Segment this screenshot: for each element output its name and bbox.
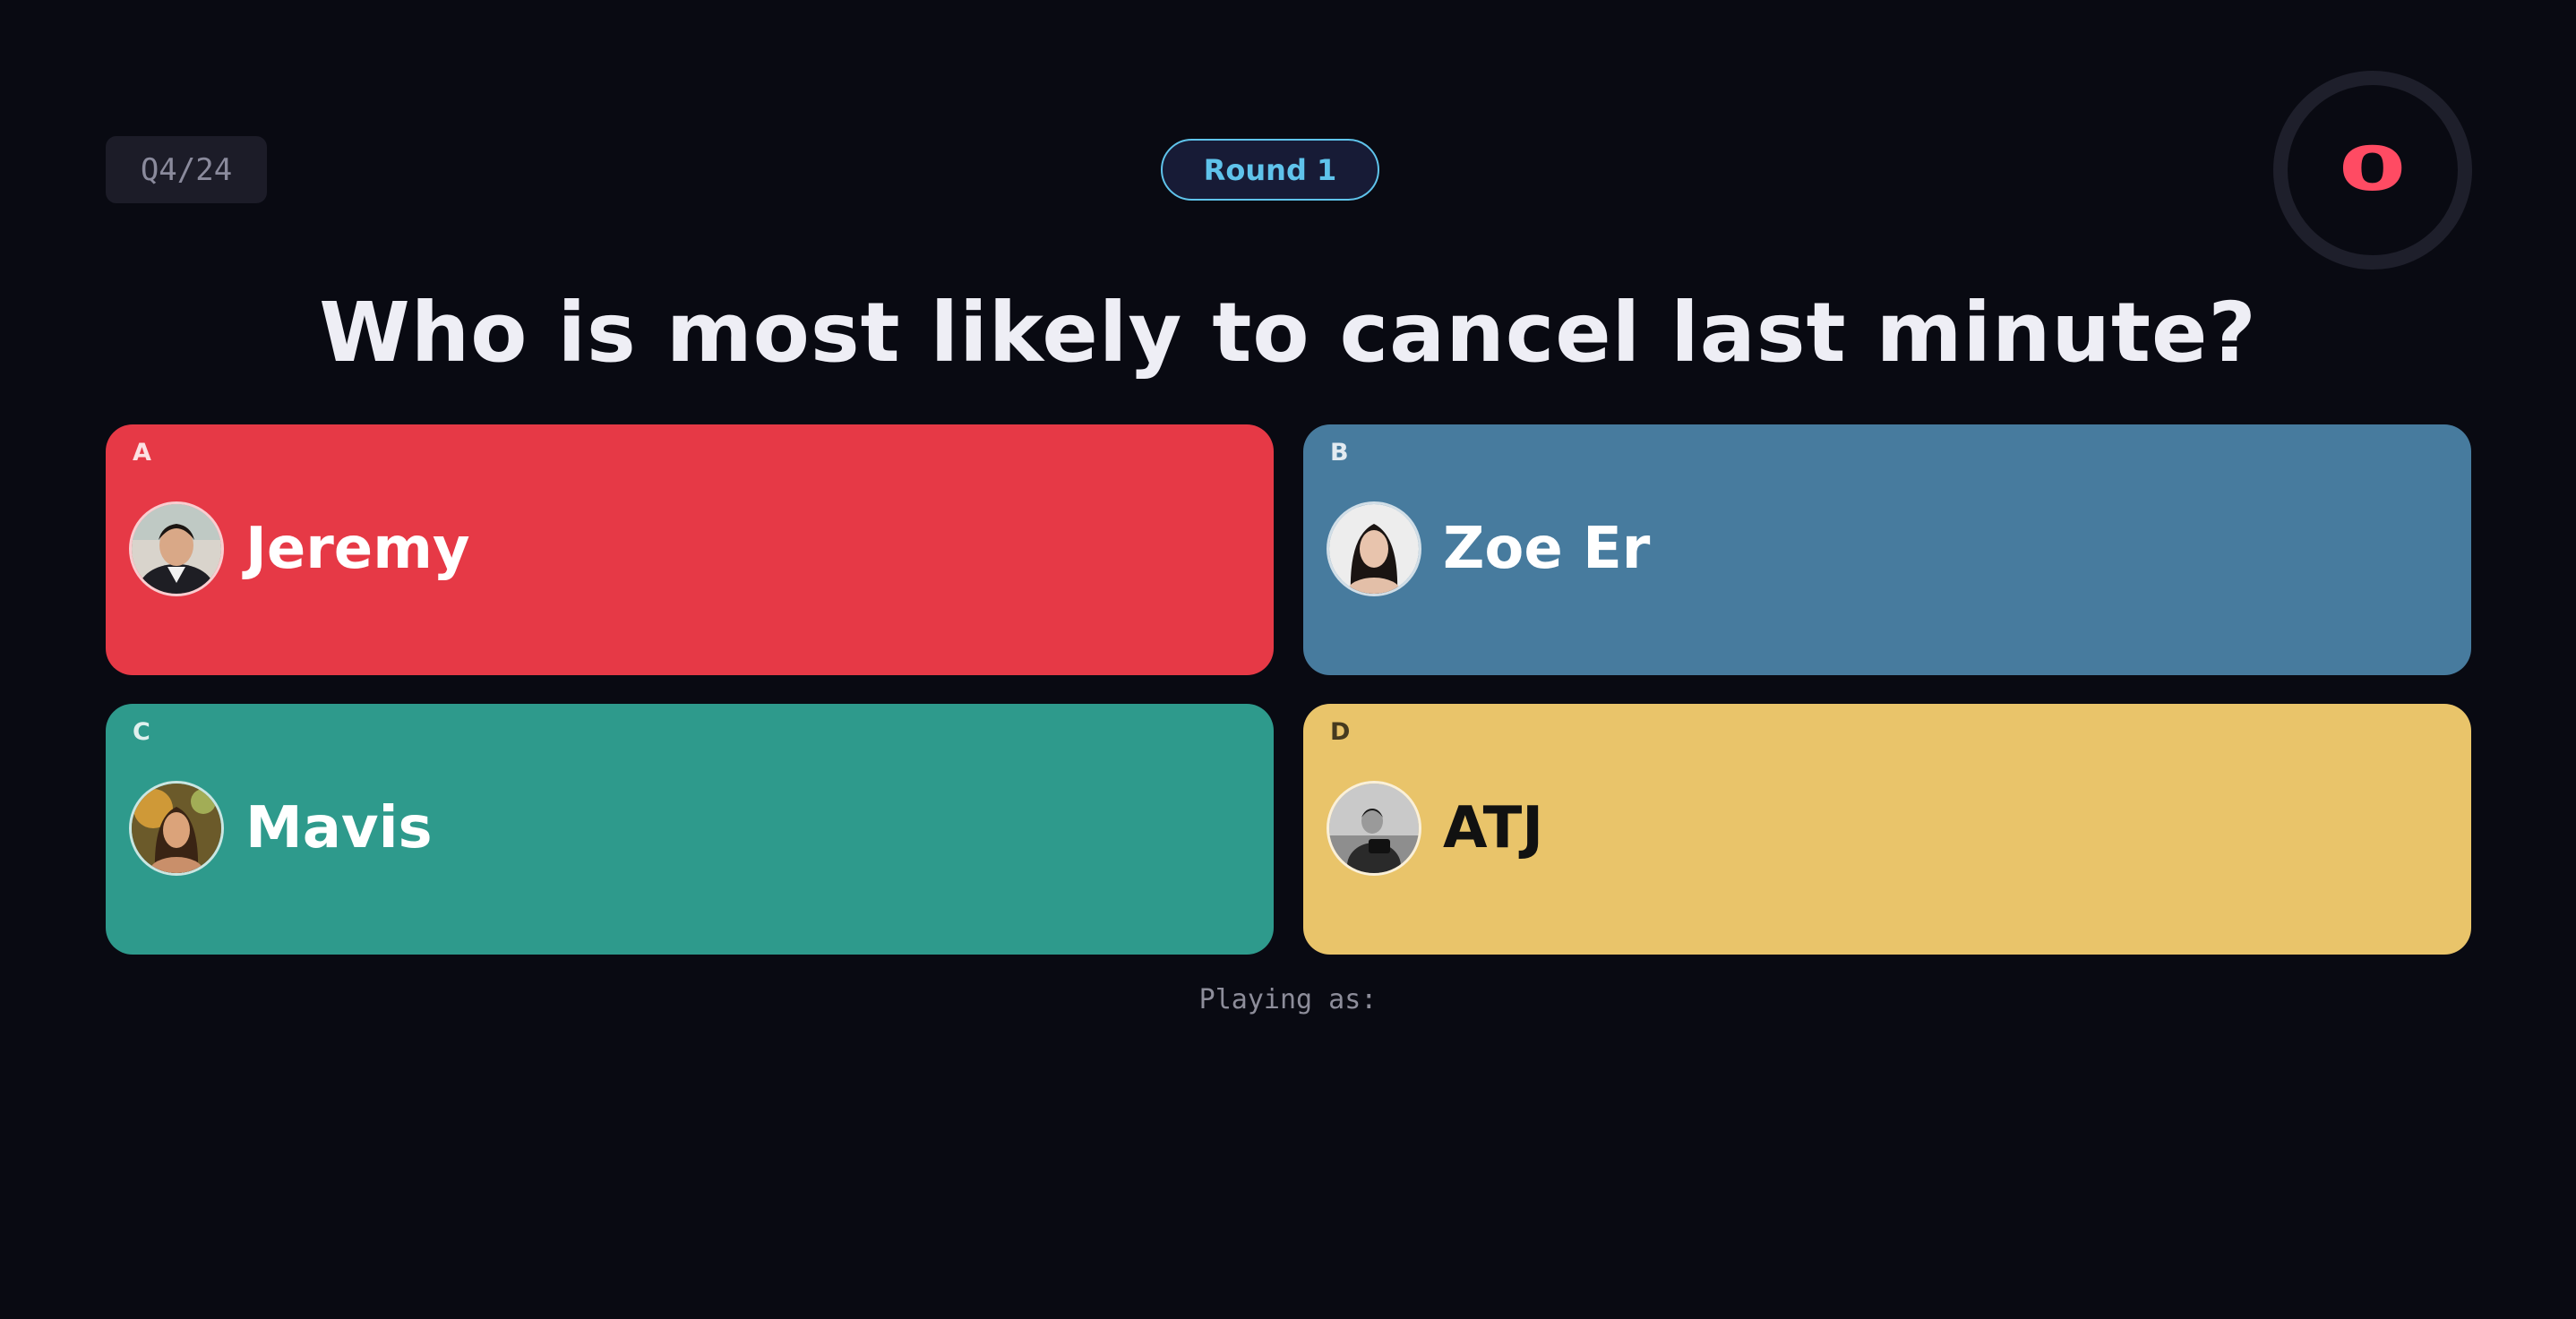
timer-value: 0 [2339, 134, 2407, 205]
answer-option-d[interactable]: D ATJ [1303, 704, 2471, 955]
answer-option-b[interactable]: B Zoe Er [1303, 424, 2471, 675]
avatar [1327, 501, 1421, 596]
option-letter: A [133, 439, 151, 467]
option-name: Zoe Er [1443, 516, 1651, 582]
round-badge: Round 1 [1161, 139, 1379, 201]
avatar [129, 501, 224, 596]
answer-option-a[interactable]: A Jeremy [106, 424, 1274, 675]
question-counter: Q4/24 [106, 136, 267, 203]
option-name: Jeremy [245, 516, 470, 582]
quiz-screen: Q4/24 Round 1 0 Who is most likely to ca… [0, 0, 2576, 1319]
option-name: Mavis [245, 795, 433, 861]
option-letter: D [1330, 718, 1351, 746]
playing-as-label: Playing as: [1198, 984, 1378, 1015]
avatar [129, 781, 224, 876]
countdown-timer: 0 [2273, 71, 2472, 270]
option-letter: B [1330, 439, 1349, 467]
avatar [1327, 781, 1421, 876]
option-letter: C [133, 718, 150, 746]
question-text: Who is most likely to cancel last minute… [319, 285, 2257, 381]
option-name: ATJ [1443, 795, 1544, 861]
answer-option-c[interactable]: C Mavis [106, 704, 1274, 955]
